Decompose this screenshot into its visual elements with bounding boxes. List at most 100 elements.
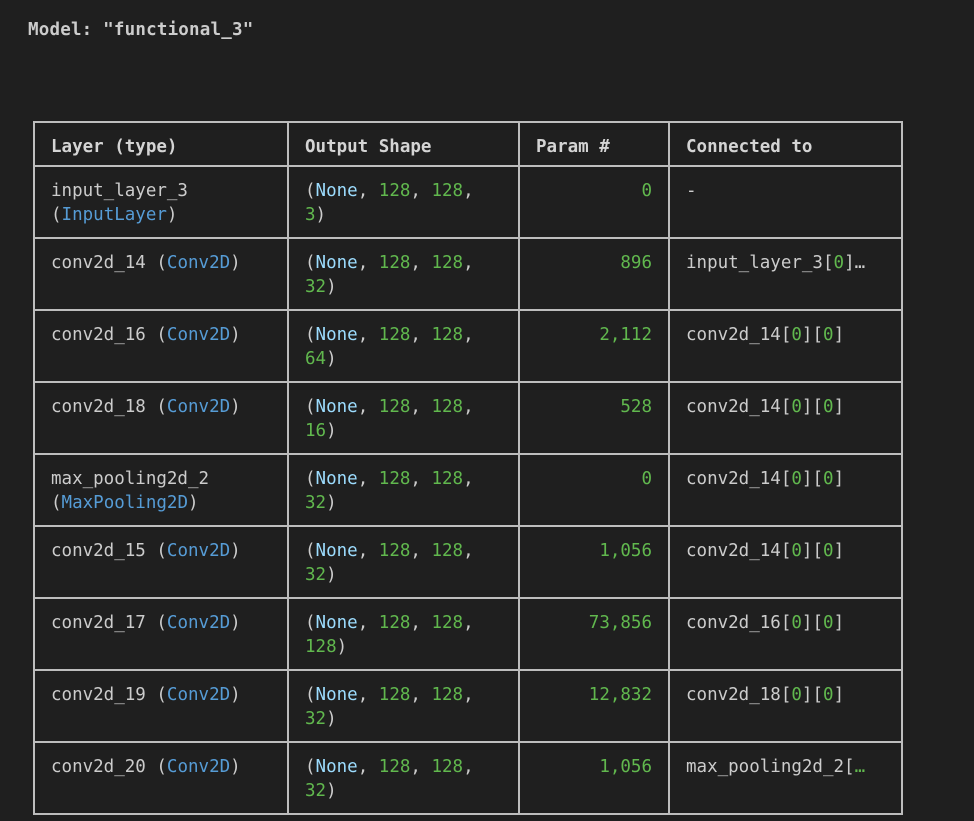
column-header-param-count: Param # <box>518 121 670 167</box>
connection-name: ] <box>833 541 845 561</box>
output-shape-cell: (None, 128, 128, 16) <box>287 381 520 455</box>
output-shape-cell: (None, 128, 128, 32) <box>287 669 520 743</box>
shape-dim: 128 <box>378 253 411 273</box>
shape-dim: 128 <box>378 469 411 489</box>
output-shape-cell: (None, 128, 128, 32) <box>287 237 520 311</box>
shape-dim: 32 <box>305 709 327 729</box>
layer-type-paren-open: ( <box>51 493 62 513</box>
shape-none: None <box>315 685 358 705</box>
shape-dim: 64 <box>305 349 327 369</box>
shape-dim: 128 <box>431 181 464 201</box>
shape-paren-open: ( <box>305 613 316 633</box>
shape-paren-open: ( <box>305 469 316 489</box>
shape-dim: 32 <box>305 277 327 297</box>
connection-name: [ <box>812 685 824 705</box>
connection-name: ] <box>801 397 813 417</box>
param-count-cell: 0 <box>518 165 670 239</box>
layer-type-paren-open: ( <box>156 541 167 561</box>
connection-name: ] <box>833 685 845 705</box>
connection-name: conv2d_14 <box>686 397 781 417</box>
layer-type: Conv2D <box>166 541 231 561</box>
connection-name: input_layer_3 <box>686 253 823 273</box>
shape-dim: 128 <box>378 325 411 345</box>
connection-name: [ <box>822 253 834 273</box>
shape-none: None <box>315 325 358 345</box>
shape-dim: 16 <box>305 421 327 441</box>
connection-name: conv2d_18 <box>686 685 781 705</box>
layer-type-paren-close: ) <box>230 541 241 561</box>
shape-paren-close: ) <box>326 349 337 369</box>
shape-paren-open: ( <box>305 253 316 273</box>
shape-separator: , <box>357 541 379 561</box>
layer-type-paren-close: ) <box>187 493 199 513</box>
param-count: 1,056 <box>599 757 652 777</box>
connection-index: 0 <box>823 397 834 417</box>
layer-type-paren-open: ( <box>156 253 167 273</box>
layer-type: MaxPooling2D <box>61 493 188 513</box>
connection-name: ] <box>801 541 813 561</box>
output-shape-cell: (None, 128, 128, 32) <box>287 741 520 815</box>
shape-none: None <box>315 541 358 561</box>
connection-name: conv2d_14 <box>686 541 781 561</box>
shape-dim: 128 <box>431 397 464 417</box>
connection-name: [ <box>812 325 824 345</box>
connection-name: ] <box>844 253 855 273</box>
connection-index: 0 <box>833 253 845 273</box>
connection-name: [ <box>780 541 792 561</box>
shape-separator: , <box>463 325 474 345</box>
shape-paren-open: ( <box>305 757 316 777</box>
layer-type: Conv2D <box>166 757 231 777</box>
shape-separator: , <box>463 397 474 417</box>
shape-separator: , <box>410 397 432 417</box>
layer-type: InputLayer <box>61 205 167 225</box>
connection-name: [ <box>780 469 792 489</box>
layer-type-paren-close: ) <box>230 253 241 273</box>
connection-name: ] <box>801 469 813 489</box>
shape-paren-close: ) <box>326 493 337 513</box>
param-count: 0 <box>641 181 652 201</box>
connection-index: 0 <box>791 325 802 345</box>
shape-dim: 128 <box>378 397 411 417</box>
shape-dim: 32 <box>305 493 327 513</box>
layer-name: conv2d_14 <box>51 253 146 273</box>
model-summary-table: Layer (type) Output Shape Param # Connec… <box>33 121 903 815</box>
connected-to-cell: conv2d_14[0][0] <box>668 309 903 383</box>
shape-paren-open: ( <box>305 397 316 417</box>
param-count: 528 <box>620 397 652 417</box>
layer-cell: max_pooling2d_2 (MaxPooling2D) <box>33 453 289 527</box>
connection-name: [ <box>844 757 855 777</box>
shape-dim: 128 <box>378 613 411 633</box>
connection-name: [ <box>780 613 792 633</box>
layer-name: max_pooling2d_2 <box>51 469 210 489</box>
model-title: Model: "functional_3" <box>28 20 254 40</box>
shape-dim: 128 <box>431 613 464 633</box>
connection-index: 0 <box>791 397 802 417</box>
layer-name: conv2d_19 <box>51 685 146 705</box>
shape-separator: , <box>410 613 432 633</box>
column-header-output-shape: Output Shape <box>287 121 520 167</box>
shape-separator: , <box>357 181 379 201</box>
shape-separator: , <box>357 757 379 777</box>
shape-dim: 128 <box>431 757 464 777</box>
shape-separator: , <box>410 757 432 777</box>
connection-name: ] <box>801 325 813 345</box>
connection-index: 0 <box>823 325 834 345</box>
layer-name: conv2d_20 <box>51 757 146 777</box>
shape-dim: 128 <box>305 637 337 657</box>
param-count-cell: 73,856 <box>518 597 670 671</box>
shape-separator: , <box>410 181 432 201</box>
connection-name: ] <box>833 613 845 633</box>
param-count: 73,856 <box>588 613 652 633</box>
layer-type-paren-close: ) <box>230 325 241 345</box>
connected-to-cell: conv2d_18[0][0] <box>668 669 903 743</box>
shape-separator: , <box>410 685 432 705</box>
shape-dim: 32 <box>305 565 327 585</box>
shape-separator: , <box>410 253 432 273</box>
connected-to-cell: conv2d_14[0][0] <box>668 381 903 455</box>
connection-name: conv2d_16 <box>686 613 781 633</box>
connection-name: conv2d_14 <box>686 469 781 489</box>
shape-separator: , <box>357 397 379 417</box>
layer-type-paren-close: ) <box>230 613 241 633</box>
shape-separator: , <box>463 541 474 561</box>
shape-dim: 128 <box>431 253 464 273</box>
